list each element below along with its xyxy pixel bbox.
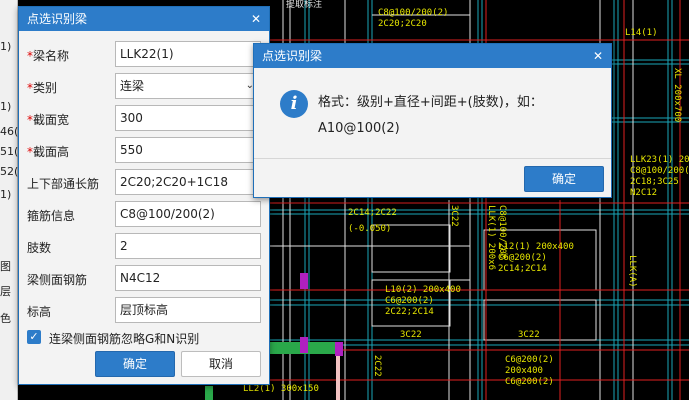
section-height-input[interactable]: 550 [115,137,261,163]
side-bars-input[interactable]: N4C12 [115,265,261,291]
cad-label: 2C14;2C22 [348,208,397,218]
close-icon[interactable]: ✕ [591,44,605,68]
info-line: A10@100(2) [318,121,400,136]
cad-label: L14(1) [625,28,658,38]
field-label: 截面高 [33,145,70,159]
identify-beam-dialog: 点选识别梁 ✕ *梁名称 LLK22(1) *类别 连梁 ⌄ *截面宽 300 … [18,6,270,385]
continuous-bars-input[interactable]: 2C20;2C20+1C18 [115,169,261,195]
beam-name-input[interactable]: LLK22(1) [115,41,261,67]
strip-item: 1) [0,188,12,201]
cad-label: 2C20;2C20 [378,19,427,29]
field-label: 肢数 [27,241,52,255]
cad-label: C6@200(2) [505,355,554,365]
field-label: 标高 [27,305,52,319]
field-beam-name: *梁名称 LLK22(1) [27,41,263,67]
strip-item: 51( [0,145,19,158]
strip-item: 1) [0,100,12,113]
info-ok-button[interactable]: 确定 [524,166,604,192]
cad-label: LLK(1) 200x6 [486,205,496,271]
cad-label: LLK(A) [627,255,637,288]
cad-label: 2C22;2C14 [385,307,434,317]
divider [254,158,611,159]
format-info-dialog: 点选识别梁 ✕ i 格式：级别+直径+间距+(肢数)，如： A10@100(2)… [253,43,612,198]
cancel-button[interactable]: 取消 [181,351,261,377]
cad-label: XL 200x700 [672,68,682,123]
field-label: 梁名称 [33,49,70,63]
cad-label: 200x400 [505,366,543,376]
checkbox-label: 连梁侧面钢筋忽略G和N识别 [49,332,200,346]
cad-label: C8@100/200(2) [378,8,449,18]
strip-item: 46( [0,125,19,138]
field-legs: 肢数 2 [27,233,263,259]
cad-label: C6@200(2) [498,253,547,263]
dialog-titlebar[interactable]: 点选识别梁 ✕ [19,7,269,31]
field-side-bars: 梁侧面钢筋 N4C12 [27,265,263,291]
cad-label: 3C22 [400,330,422,340]
ok-button[interactable]: 确定 [95,351,175,377]
cad-label: 3C22 [518,330,540,340]
strip-item: 1) [0,40,12,53]
field-label: 箍筋信息 [27,209,76,223]
category-value: 连梁 [120,79,145,93]
field-stirrup: 箍筋信息 C8@100/200(2) [27,201,263,227]
cad-label: C6@200(2) [505,377,554,387]
cad-label: 2C18;3C25 [630,177,679,187]
checkbox-checked-icon[interactable]: ✓ [27,330,41,344]
stirrup-input[interactable]: C8@100/200(2) [115,201,261,227]
cad-label: (-0.050) [348,224,392,234]
cad-label: 2C22 [372,355,382,377]
left-panel-strip: 1) 1) 46( 51( 52( 1) 图 层 色 [0,0,18,400]
field-label: 类别 [33,81,58,95]
cad-label: L12(1) 200x400 [498,242,574,252]
field-section-height: *截面高 550 [27,137,263,163]
info-body: i 格式：级别+直径+间距+(肢数)，如： A10@100(2) [254,68,611,158]
section-width-input[interactable]: 300 [115,105,261,131]
cad-top-tab: 提取标注 [286,0,323,10]
field-elevation: 标高 层顶标高 [27,297,263,323]
cad-label: C6@200(2) [385,296,434,306]
dialog-titlebar[interactable]: 点选识别梁 ✕ [254,44,611,68]
category-select[interactable]: 连梁 ⌄ [115,73,261,99]
strip-item: 层 [0,285,11,298]
cad-label: 2C14;2C14 [498,264,547,274]
field-category: *类别 连梁 ⌄ [27,73,263,99]
field-continuous-bars: 上下部通长筋 2C20;2C20+1C18 [27,169,263,195]
strip-item: 色 [0,312,11,325]
dialog-title: 点选识别梁 [262,49,323,63]
info-line: 格式：级别+直径+间距+(肢数)，如： [318,95,543,110]
legs-input[interactable]: 2 [115,233,261,259]
cad-label: L10(2) 200x400 [385,285,461,295]
close-icon[interactable]: ✕ [249,7,263,31]
dialog-title: 点选识别梁 [27,12,88,26]
field-section-width: *截面宽 300 [27,105,263,131]
cad-label: N2C12 [630,188,658,198]
cad-label: LLK23(1) 200x [630,155,689,165]
strip-item: 图 [0,260,11,273]
cad-label: C8@100/200(2 [630,166,689,176]
field-label: 上下部通长筋 [27,177,100,191]
strip-item: 52( [0,165,19,178]
cad-label: LL2(1) 300x150 [243,384,319,394]
elevation-input[interactable]: 层顶标高 [115,297,261,323]
app-root: 提取标注 C8@100/200(2) 2C20;2C20 L14(1) XL 2… [0,0,689,400]
field-label: 截面宽 [33,113,70,127]
info-message: 格式：级别+直径+间距+(肢数)，如： A10@100(2) [318,90,543,142]
cad-label: 3C22 [449,205,459,227]
info-icon: i [280,90,308,118]
field-label: 梁侧面钢筋 [27,273,88,287]
